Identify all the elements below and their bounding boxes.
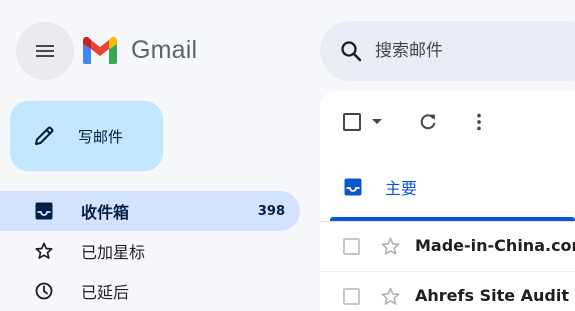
search-input[interactable] bbox=[375, 41, 575, 61]
more-vert-icon[interactable] bbox=[468, 111, 490, 133]
row-checkbox[interactable] bbox=[343, 288, 360, 305]
app-name: Gmail bbox=[131, 35, 198, 64]
email-row[interactable]: Made-in-China.com bbox=[320, 222, 575, 272]
email-row[interactable]: Ahrefs Site Audit bbox=[320, 272, 575, 311]
hamburger-menu-icon bbox=[36, 45, 54, 57]
sidebar-item-label: 已加星标 bbox=[81, 243, 146, 262]
gmail-m-icon bbox=[83, 36, 117, 64]
select-all-checkbox[interactable] bbox=[343, 113, 361, 131]
star-icon bbox=[33, 240, 55, 262]
search-bar[interactable] bbox=[320, 21, 575, 81]
search-icon[interactable] bbox=[339, 39, 363, 63]
pencil-icon bbox=[35, 126, 54, 145]
row-checkbox[interactable] bbox=[343, 238, 360, 255]
gmail-logo[interactable]: Gmail bbox=[81, 35, 197, 65]
clock-icon bbox=[33, 280, 55, 302]
main-menu-button[interactable] bbox=[16, 22, 74, 80]
email-sender: Made-in-China.com bbox=[415, 236, 575, 255]
sidebar-item-starred[interactable]: 已加星标 bbox=[0, 231, 300, 271]
sidebar-item-snoozed[interactable]: 已延后 bbox=[0, 271, 300, 311]
compose-button[interactable]: 写邮件 bbox=[10, 101, 163, 171]
inbox-icon bbox=[344, 178, 362, 196]
category-tabs: 主要 bbox=[320, 163, 575, 222]
email-sender: Ahrefs Site Audit bbox=[415, 286, 570, 305]
sidebar-item-label: 收件箱 bbox=[81, 203, 130, 222]
unread-count: 398 bbox=[257, 203, 285, 219]
tab-primary[interactable]: 主要 bbox=[320, 163, 575, 221]
compose-label: 写邮件 bbox=[78, 127, 124, 146]
sidebar-item-label: 已延后 bbox=[81, 283, 130, 302]
tab-label: 主要 bbox=[385, 179, 418, 198]
refresh-icon[interactable] bbox=[417, 111, 439, 133]
mail-list-panel: 主要 Made-in-China.com Ahrefs Site Audit bbox=[320, 91, 575, 311]
inbox-icon bbox=[33, 200, 55, 222]
mail-toolbar bbox=[320, 109, 575, 139]
star-icon[interactable] bbox=[380, 236, 401, 257]
select-dropdown-icon[interactable] bbox=[371, 117, 383, 127]
star-icon[interactable] bbox=[380, 286, 401, 307]
sidebar-item-inbox[interactable]: 收件箱 398 bbox=[0, 191, 300, 231]
